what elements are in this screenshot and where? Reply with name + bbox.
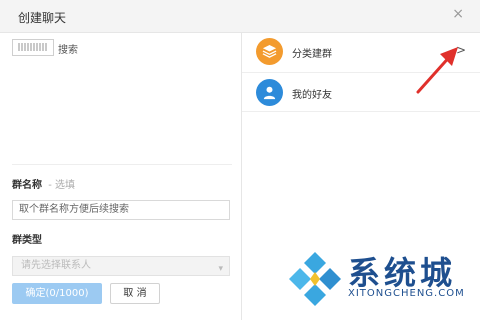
- dialog-titlebar: 创建聊天 ×: [0, 0, 480, 33]
- group-name-heading: 群名称 - 选填: [12, 176, 75, 191]
- watermark: 系统城 XITONGCHENG.COM: [286, 246, 476, 316]
- search-placeholder-blur: [18, 43, 48, 51]
- list-item-label: 分类建群: [292, 49, 332, 60]
- group-name-input[interactable]: 取个群名称方便后续搜索: [12, 200, 230, 220]
- red-arrow-annotation: [416, 47, 458, 94]
- create-chat-dialog: 创建聊天 × 搜索 群名称 - 选填 取个群名称方便后续搜索 群类型 请先选择联…: [0, 0, 480, 320]
- group-name-label: 群名称: [12, 180, 42, 191]
- watermark-url: XITONGCHENG.COM: [348, 288, 465, 299]
- confirm-button[interactable]: 确定(0/1000): [12, 283, 102, 304]
- list-item-label: 我的好友: [292, 90, 332, 101]
- group-type-placeholder: 请先选择联系人: [21, 260, 91, 271]
- left-panel: 搜索 群名称 - 选填 取个群名称方便后续搜索 群类型 请先选择联系人 ▾ 确定…: [0, 32, 242, 320]
- section-divider: [12, 164, 232, 165]
- search-label: 搜索: [58, 45, 78, 56]
- cancel-button[interactable]: 取 消: [110, 283, 160, 304]
- layers-icon: [256, 38, 283, 65]
- close-icon[interactable]: ×: [452, 7, 464, 21]
- group-type-label: 群类型: [12, 235, 42, 246]
- group-type-select[interactable]: 请先选择联系人 ▾: [12, 256, 230, 276]
- chevron-down-icon: ▾: [218, 264, 223, 274]
- search-input[interactable]: [12, 39, 54, 56]
- group-name-optional: - 选填: [48, 180, 75, 191]
- dialog-title: 创建聊天: [18, 11, 67, 25]
- watermark-logo-icon: [289, 252, 341, 306]
- user-icon: [256, 79, 283, 106]
